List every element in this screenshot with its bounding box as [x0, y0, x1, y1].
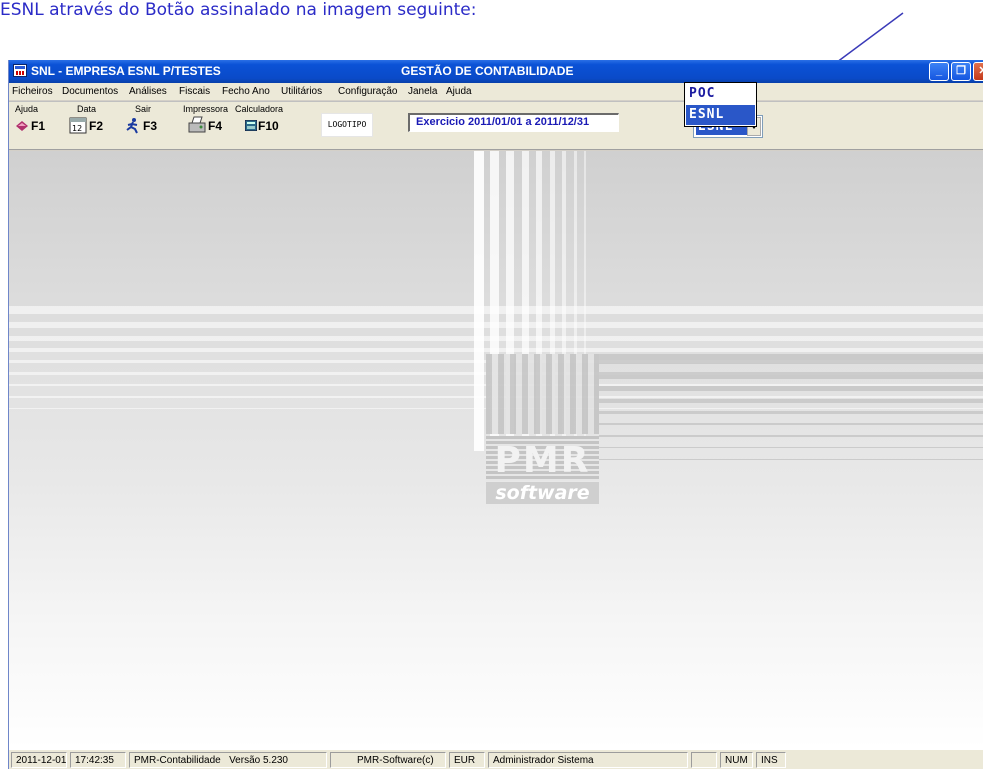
status-time: 17:42:35: [70, 752, 126, 768]
book-icon: [16, 121, 28, 131]
software-logo-text: software: [486, 482, 599, 504]
status-app-version: PMR-Contabilidade Versão 5.230: [129, 752, 327, 768]
menu-fecho-ano[interactable]: Fecho Ano: [222, 86, 270, 97]
pmr-software-logo: PMR software: [486, 436, 599, 511]
date-button[interactable]: Data 12 F2: [67, 104, 117, 144]
status-bar: 2011-12-01 17:42:35 PMR-Contabilidade Ve…: [9, 749, 983, 769]
status-date: 2011-12-01: [11, 752, 67, 768]
running-man-icon: [126, 118, 138, 134]
exit-button[interactable]: Sair F3: [123, 104, 167, 144]
menu-fiscais[interactable]: Fiscais: [179, 86, 210, 97]
menu-ajuda[interactable]: Ajuda: [446, 86, 472, 97]
plan-option-poc[interactable]: POC: [686, 84, 755, 104]
calendar-icon: 12: [69, 117, 87, 134]
calculator-icon: [245, 120, 257, 131]
menu-utilitarios[interactable]: Utilitários: [281, 86, 322, 97]
menu-documentos[interactable]: Documentos: [62, 86, 118, 97]
module-title: GESTÃO DE CONTABILIDADE: [401, 64, 574, 78]
close-button[interactable]: ✕: [973, 62, 983, 81]
fiscal-period: Exercicio 2011/01/01 a 2011/12/31: [408, 113, 619, 132]
accounting-plan-dropdown: POC ESNL: [684, 82, 757, 127]
help-key: F1: [31, 119, 46, 133]
status-empty: [691, 752, 717, 768]
instruction-caption: ESNL através do Botão assinalado na imag…: [0, 0, 477, 20]
maximize-button[interactable]: ❐: [951, 62, 971, 81]
status-version: Versão 5.230: [229, 755, 288, 766]
status-app: PMR-Contabilidade: [134, 755, 221, 766]
status-currency: EUR: [449, 752, 485, 768]
app-icon[interactable]: [13, 64, 27, 77]
svg-text:12: 12: [72, 124, 82, 133]
menu-ficheiros[interactable]: Ficheiros: [12, 86, 53, 97]
menu-configuracao[interactable]: Configuração: [338, 86, 397, 97]
help-button[interactable]: Ajuda F1: [13, 104, 53, 144]
exit-label: Sair: [135, 104, 152, 114]
exit-key: F3: [143, 119, 158, 133]
menu-bar: Ficheiros Documentos Análises Fiscais Fe…: [9, 83, 983, 100]
calculator-button[interactable]: Calculadora F10: [235, 104, 291, 144]
date-key: F2: [89, 119, 104, 133]
status-copyright: PMR-Software(c): [330, 752, 446, 768]
printer-button[interactable]: Impressora F4: [181, 104, 231, 144]
window-title: SNL - EMPRESA ESNL P/TESTES: [31, 64, 221, 78]
status-user: Administrador Sistema: [488, 752, 688, 768]
printer-key: F4: [208, 119, 223, 133]
menu-analises[interactable]: Análises: [129, 86, 167, 97]
title-bar[interactable]: SNL - EMPRESA ESNL P/TESTES GESTÃO DE CO…: [9, 60, 983, 83]
workspace-background: PMR software: [9, 151, 983, 749]
status-num: NUM: [720, 752, 753, 768]
printer-label: Impressora: [183, 104, 229, 114]
pmr-logo-text: PMR: [494, 440, 591, 481]
plan-option-esnl[interactable]: ESNL: [686, 105, 755, 125]
printer-icon: [188, 116, 206, 133]
menu-janela[interactable]: Janela: [408, 86, 437, 97]
minimize-button[interactable]: _: [929, 62, 949, 81]
calculator-key: F10: [258, 119, 279, 133]
date-label: Data: [77, 104, 97, 114]
company-logo: LOGOTIPO: [321, 113, 373, 137]
toolbar: Ajuda F1 Data 12 F2 Sair F3 Impressora F…: [9, 101, 983, 150]
calculator-label: Calculadora: [235, 104, 284, 114]
app-window: SNL - EMPRESA ESNL P/TESTES GESTÃO DE CO…: [8, 60, 983, 769]
help-label: Ajuda: [15, 104, 39, 114]
status-ins: INS: [756, 752, 786, 768]
